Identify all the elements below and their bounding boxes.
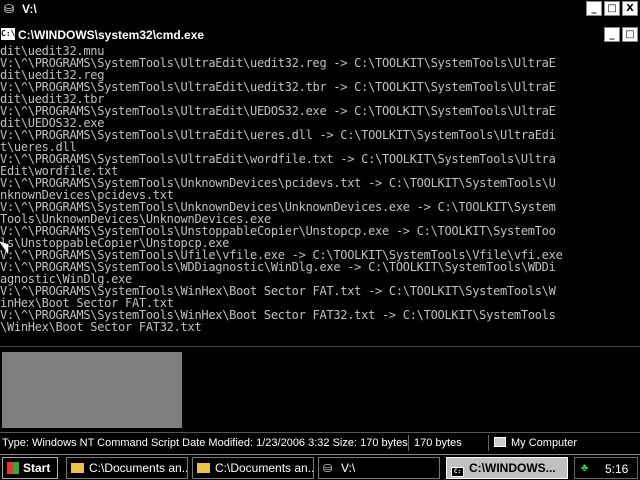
cmd-window-controls: _ □ [604,27,638,42]
taskbar-button-cmd[interactable]: C: C:\WINDOWS... [446,457,568,479]
cmd-icon: C:\ [1,28,16,40]
task-label: C:\WINDOWS... [469,461,556,475]
minimize-button[interactable]: _ [586,1,602,16]
system-tray: ♣ 5:16 [574,457,638,479]
console-line: \WinHex\Boot Sector FAT32.txt [0,320,202,334]
status-separator [488,435,489,451]
explorer-title-bar[interactable]: ⛁ V:\ _ □ X [0,0,640,18]
windows-logo-icon [7,462,19,474]
task-label: V:\ [341,461,356,475]
folder-icon [71,463,84,473]
taskbar-button-documents-1[interactable]: C:\Documents an... [66,457,188,479]
status-separator [408,435,409,451]
close-button[interactable]: X [622,1,638,16]
status-zone: My Computer [494,436,577,450]
console-line: V:\^\PROGRAMS\SystemTools\UltraEdit\uere… [0,128,556,142]
taskbar-button-documents-2[interactable]: C:\Documents an... [192,457,314,479]
folder-icon [197,463,210,473]
console-output[interactable]: dit\uedit32.mnu V:\^\PROGRAMS\SystemTools… [0,45,640,343]
explorer-content-area[interactable] [0,347,640,432]
status-bar: Type: Windows NT Command Script Date Mod… [0,432,640,452]
status-description: Type: Windows NT Command Script Date Mod… [2,437,408,449]
clock[interactable]: 5:16 [605,461,628,477]
cmd-minimize-button[interactable]: _ [604,27,620,42]
network-icon[interactable]: ♣ [581,462,593,474]
cmd-window-title: C:\WINDOWS\system32\cmd.exe [18,28,205,42]
explorer-window-title: V:\ [22,2,37,16]
status-size: 170 bytes [414,437,462,449]
cmd-title-bar[interactable]: C:\ C:\WINDOWS\system32\cmd.exe _ □ [0,25,640,45]
maximize-button[interactable]: □ [604,1,620,16]
cmd-icon: C: [451,467,464,477]
drive-icon: ⛁ [323,463,333,475]
task-label: C:\Documents an... [215,461,314,475]
drive-icon: ⛁ [3,2,15,16]
computer-icon [494,437,506,447]
task-label: C:\Documents an... [89,461,188,475]
start-label: Start [23,461,51,475]
status-zone-label: My Computer [511,437,578,449]
taskbar: Start C:\Documents an... C:\Documents an… [0,454,640,480]
explorer-window-controls: _ □ X [586,1,638,16]
cmd-maximize-button[interactable]: □ [622,27,638,42]
start-button[interactable]: Start [2,457,58,479]
taskbar-button-v-drive[interactable]: ⛁ V:\ [318,457,440,479]
file-preview-thumbnail [2,352,182,428]
